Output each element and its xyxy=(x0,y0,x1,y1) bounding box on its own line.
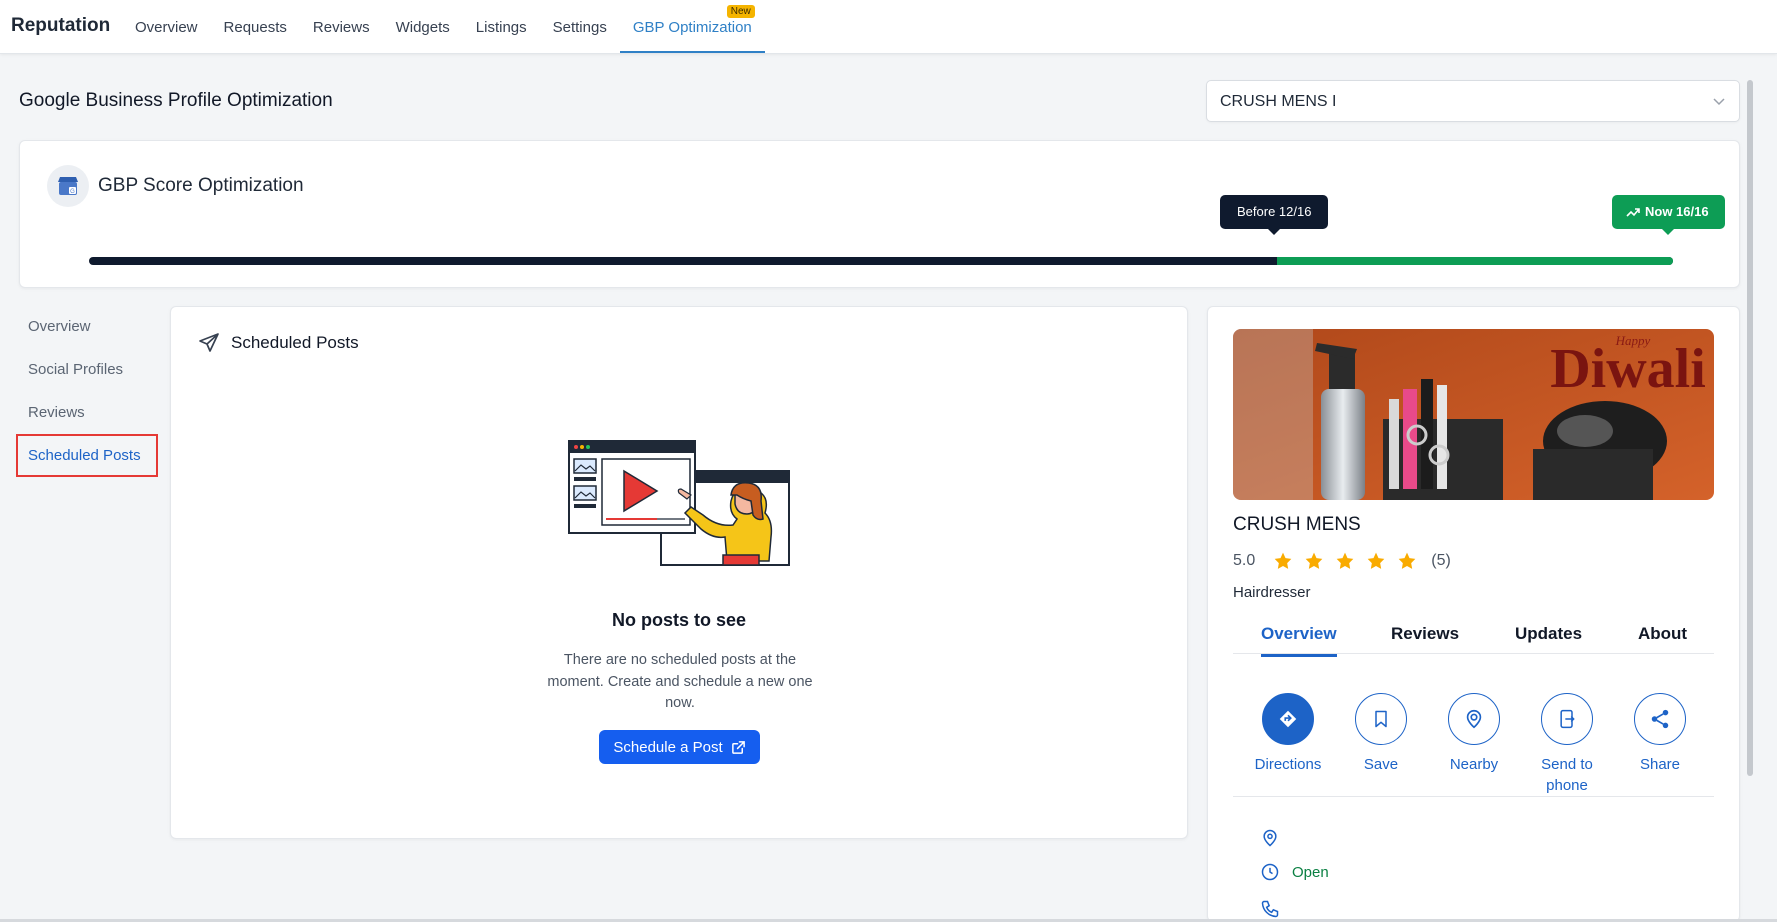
score-progress-gain xyxy=(1277,257,1673,265)
empty-state-description: There are no scheduled posts at the mome… xyxy=(547,652,813,711)
clock-icon xyxy=(1261,863,1279,881)
phone-row[interactable] xyxy=(1260,899,1280,919)
nav-tabs: Overview Requests Reviews Widgets Listin… xyxy=(122,0,765,54)
before-score-tooltip: Before 12/16 xyxy=(1220,195,1329,235)
star-icon xyxy=(1305,552,1323,569)
profile-tab-reviews[interactable]: Reviews xyxy=(1391,624,1459,644)
directions-label: Directions xyxy=(1254,756,1322,773)
side-item-overview[interactable]: Overview xyxy=(16,305,158,348)
profile-actions: Directions Save Nearby Send to phone Sha… xyxy=(1233,693,1714,797)
send-icon xyxy=(199,333,219,352)
directions-icon xyxy=(1262,693,1314,745)
hours-row[interactable]: Open xyxy=(1260,862,1329,882)
profile-tab-overview[interactable]: Overview xyxy=(1261,624,1337,657)
chevron-down-icon xyxy=(1711,93,1727,114)
share-label: Share xyxy=(1639,756,1681,773)
directions-button[interactable]: Directions xyxy=(1248,693,1328,775)
star-icon xyxy=(1398,552,1416,569)
side-item-reviews[interactable]: Reviews xyxy=(16,391,158,434)
gbp-score-card: G GBP Score Optimization Before 12/16 No… xyxy=(19,140,1740,288)
address-row xyxy=(1260,828,1280,848)
side-item-scheduled-posts[interactable]: Scheduled Posts xyxy=(16,434,158,477)
scheduled-posts-header: Scheduled Posts xyxy=(197,331,359,355)
cover-photo: Diwali Happy xyxy=(1233,329,1714,500)
share-button[interactable]: Share xyxy=(1620,693,1700,775)
now-score-label: Now 16/16 xyxy=(1645,204,1709,219)
rating-stars xyxy=(1273,551,1417,571)
tab-reviews[interactable]: Reviews xyxy=(300,0,383,54)
tab-requests[interactable]: Requests xyxy=(211,0,300,54)
save-button[interactable]: Save xyxy=(1341,693,1421,775)
scheduled-posts-title: Scheduled Posts xyxy=(231,333,359,352)
send-to-phone-label: Send to phone xyxy=(1541,756,1593,794)
tab-widgets[interactable]: Widgets xyxy=(383,0,463,54)
phone-icon xyxy=(1261,900,1279,918)
save-label: Save xyxy=(1363,756,1399,773)
empty-state-title: No posts to see xyxy=(611,610,747,630)
business-category: Hairdresser xyxy=(1233,584,1311,601)
tab-gbp-optimization-label: GBP Optimization xyxy=(632,19,752,36)
nearby-icon xyxy=(1448,693,1500,745)
trending-up-icon xyxy=(1626,207,1640,217)
profile-tab-updates[interactable]: Updates xyxy=(1515,624,1582,644)
score-title: GBP Score Optimization xyxy=(98,175,304,196)
page-title: Google Business Profile Optimization xyxy=(19,90,333,111)
side-item-social-profiles[interactable]: Social Profiles xyxy=(16,348,158,391)
location-select[interactable]: CRUSH MENS I xyxy=(1206,80,1740,122)
scheduled-posts-panel: Scheduled Posts No posts to see There ar… xyxy=(170,306,1188,839)
open-status: Open xyxy=(1292,863,1329,881)
section-side-menu: Overview Social Profiles Reviews Schedul… xyxy=(16,305,158,477)
send-to-phone-icon xyxy=(1541,693,1593,745)
star-icon xyxy=(1274,552,1292,569)
tab-settings[interactable]: Settings xyxy=(540,0,620,54)
empty-posts-illustration xyxy=(568,440,790,566)
new-badge: New xyxy=(726,5,755,18)
profile-tab-about[interactable]: About xyxy=(1638,624,1687,644)
star-icon xyxy=(1367,552,1385,569)
rating-value: 5.0 xyxy=(1233,552,1256,569)
rating-row: 5.0 (5) xyxy=(1233,551,1451,571)
google-business-icon: G xyxy=(47,165,89,207)
app-title: Reputation xyxy=(11,15,111,36)
external-link-icon xyxy=(731,740,745,754)
location-pin-icon xyxy=(1263,829,1277,847)
send-to-phone-button[interactable]: Send to phone xyxy=(1527,693,1607,796)
star-icon xyxy=(1336,552,1354,569)
now-score-tooltip: Now 16/16 xyxy=(1612,195,1725,235)
tab-overview[interactable]: Overview xyxy=(122,0,211,54)
business-profile-preview: Diwali Happy CRUSH MENS 5.0 (5) Hairdres… xyxy=(1207,306,1740,922)
nearby-label: Nearby xyxy=(1449,756,1499,773)
profile-tabs: Overview Reviews Updates About xyxy=(1233,609,1714,657)
share-icon xyxy=(1634,693,1686,745)
bookmark-icon xyxy=(1355,693,1407,745)
tab-listings[interactable]: Listings xyxy=(463,0,540,54)
page-scrollbar[interactable] xyxy=(1747,80,1753,776)
svg-text:G: G xyxy=(70,189,75,195)
schedule-post-button[interactable]: Schedule a Post xyxy=(599,730,760,764)
top-navigation: Reputation Overview Requests Reviews Wid… xyxy=(0,0,1777,54)
score-progress-track xyxy=(89,257,1673,265)
tab-gbp-optimization[interactable]: GBP Optimization New xyxy=(619,0,765,54)
cover-subtitle-text: Happy xyxy=(1615,333,1651,348)
nearby-button[interactable]: Nearby xyxy=(1434,693,1514,775)
business-name: CRUSH MENS xyxy=(1233,514,1361,535)
review-count: (5) xyxy=(1431,552,1451,569)
location-select-value: CRUSH MENS I xyxy=(1220,93,1337,110)
schedule-post-label: Schedule a Post xyxy=(613,738,723,756)
